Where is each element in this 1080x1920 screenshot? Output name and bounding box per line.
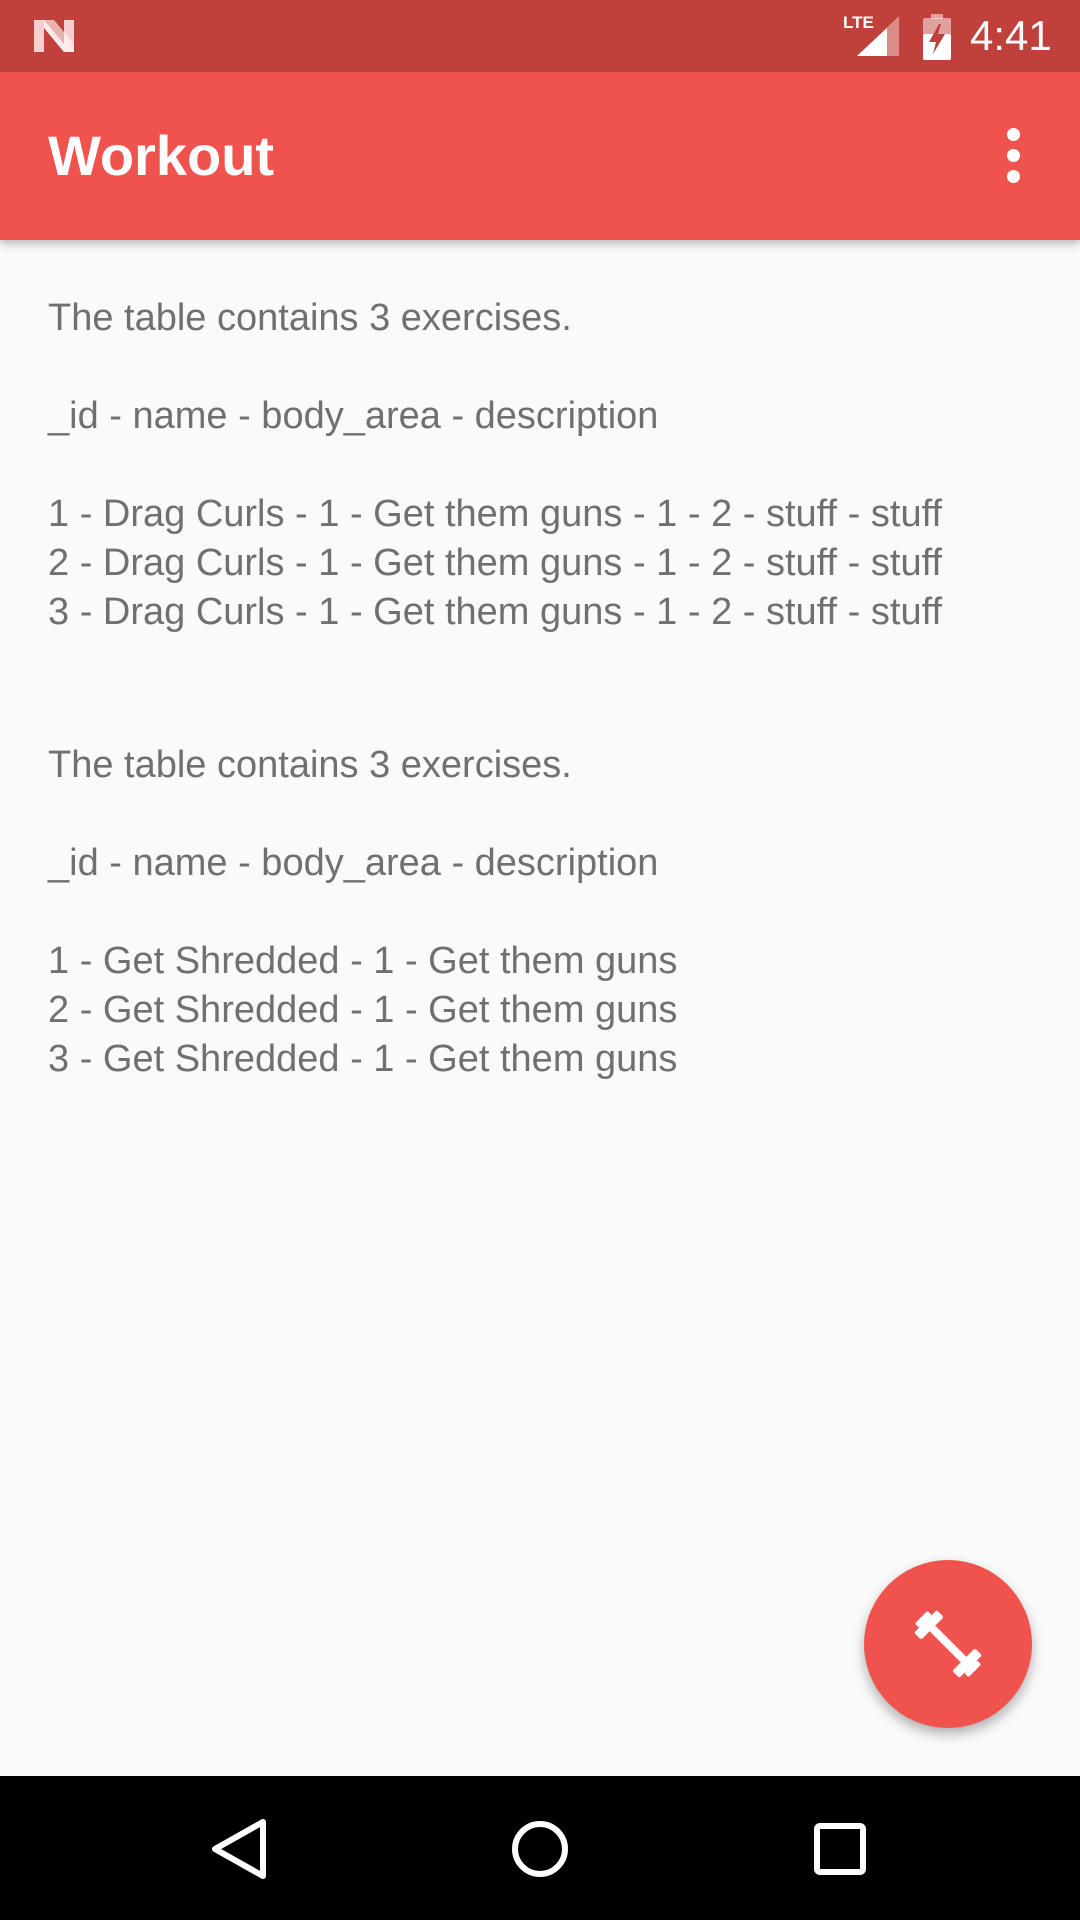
app-title: Workout [48,124,275,187]
workouts-header: _id - name - body_area - description [48,842,659,884]
content-area: The table contains 3 exercises. _id - na… [0,240,1080,1776]
status-clock: 4:41 [970,12,1052,59]
status-bar: LTE 4:41 [0,0,1080,72]
android-n-icon [34,20,74,52]
app-bar: Workout [0,72,1080,240]
lte-label: LTE [843,13,874,32]
navigation-bar [0,1776,1080,1920]
lte-signal-icon: LTE [843,13,899,56]
battery-charging-icon [923,14,951,60]
home-icon[interactable] [505,1814,575,1884]
exercise-row: 1 - Drag Curls - 1 - Get them guns - 1 -… [48,493,943,535]
back-icon[interactable] [205,1814,275,1884]
workouts-summary: The table contains 3 exercises. [48,744,572,786]
dumbbell-icon [914,1610,982,1678]
app-screen: LTE 4:41 Workout The table contains 3 ex… [0,0,1080,1920]
recents-icon[interactable] [805,1814,875,1884]
exercise-row: 3 - Drag Curls - 1 - Get them guns - 1 -… [48,591,943,633]
workout-row: 2 - Get Shredded - 1 - Get them guns [48,989,678,1031]
more-vert-icon[interactable] [990,126,1038,186]
workout-row: 1 - Get Shredded - 1 - Get them guns [48,940,678,982]
exercises-summary: The table contains 3 exercises. [48,297,572,339]
exercise-row: 2 - Drag Curls - 1 - Get them guns - 1 -… [48,542,943,584]
workouts-text-block: The table contains 3 exercises. _id - na… [48,741,1048,1084]
workout-row: 3 - Get Shredded - 1 - Get them guns [48,1038,678,1080]
add-exercise-fab[interactable] [864,1560,1032,1728]
exercises-header: _id - name - body_area - description [48,395,659,437]
exercises-text-block: The table contains 3 exercises. _id - na… [48,294,1048,637]
